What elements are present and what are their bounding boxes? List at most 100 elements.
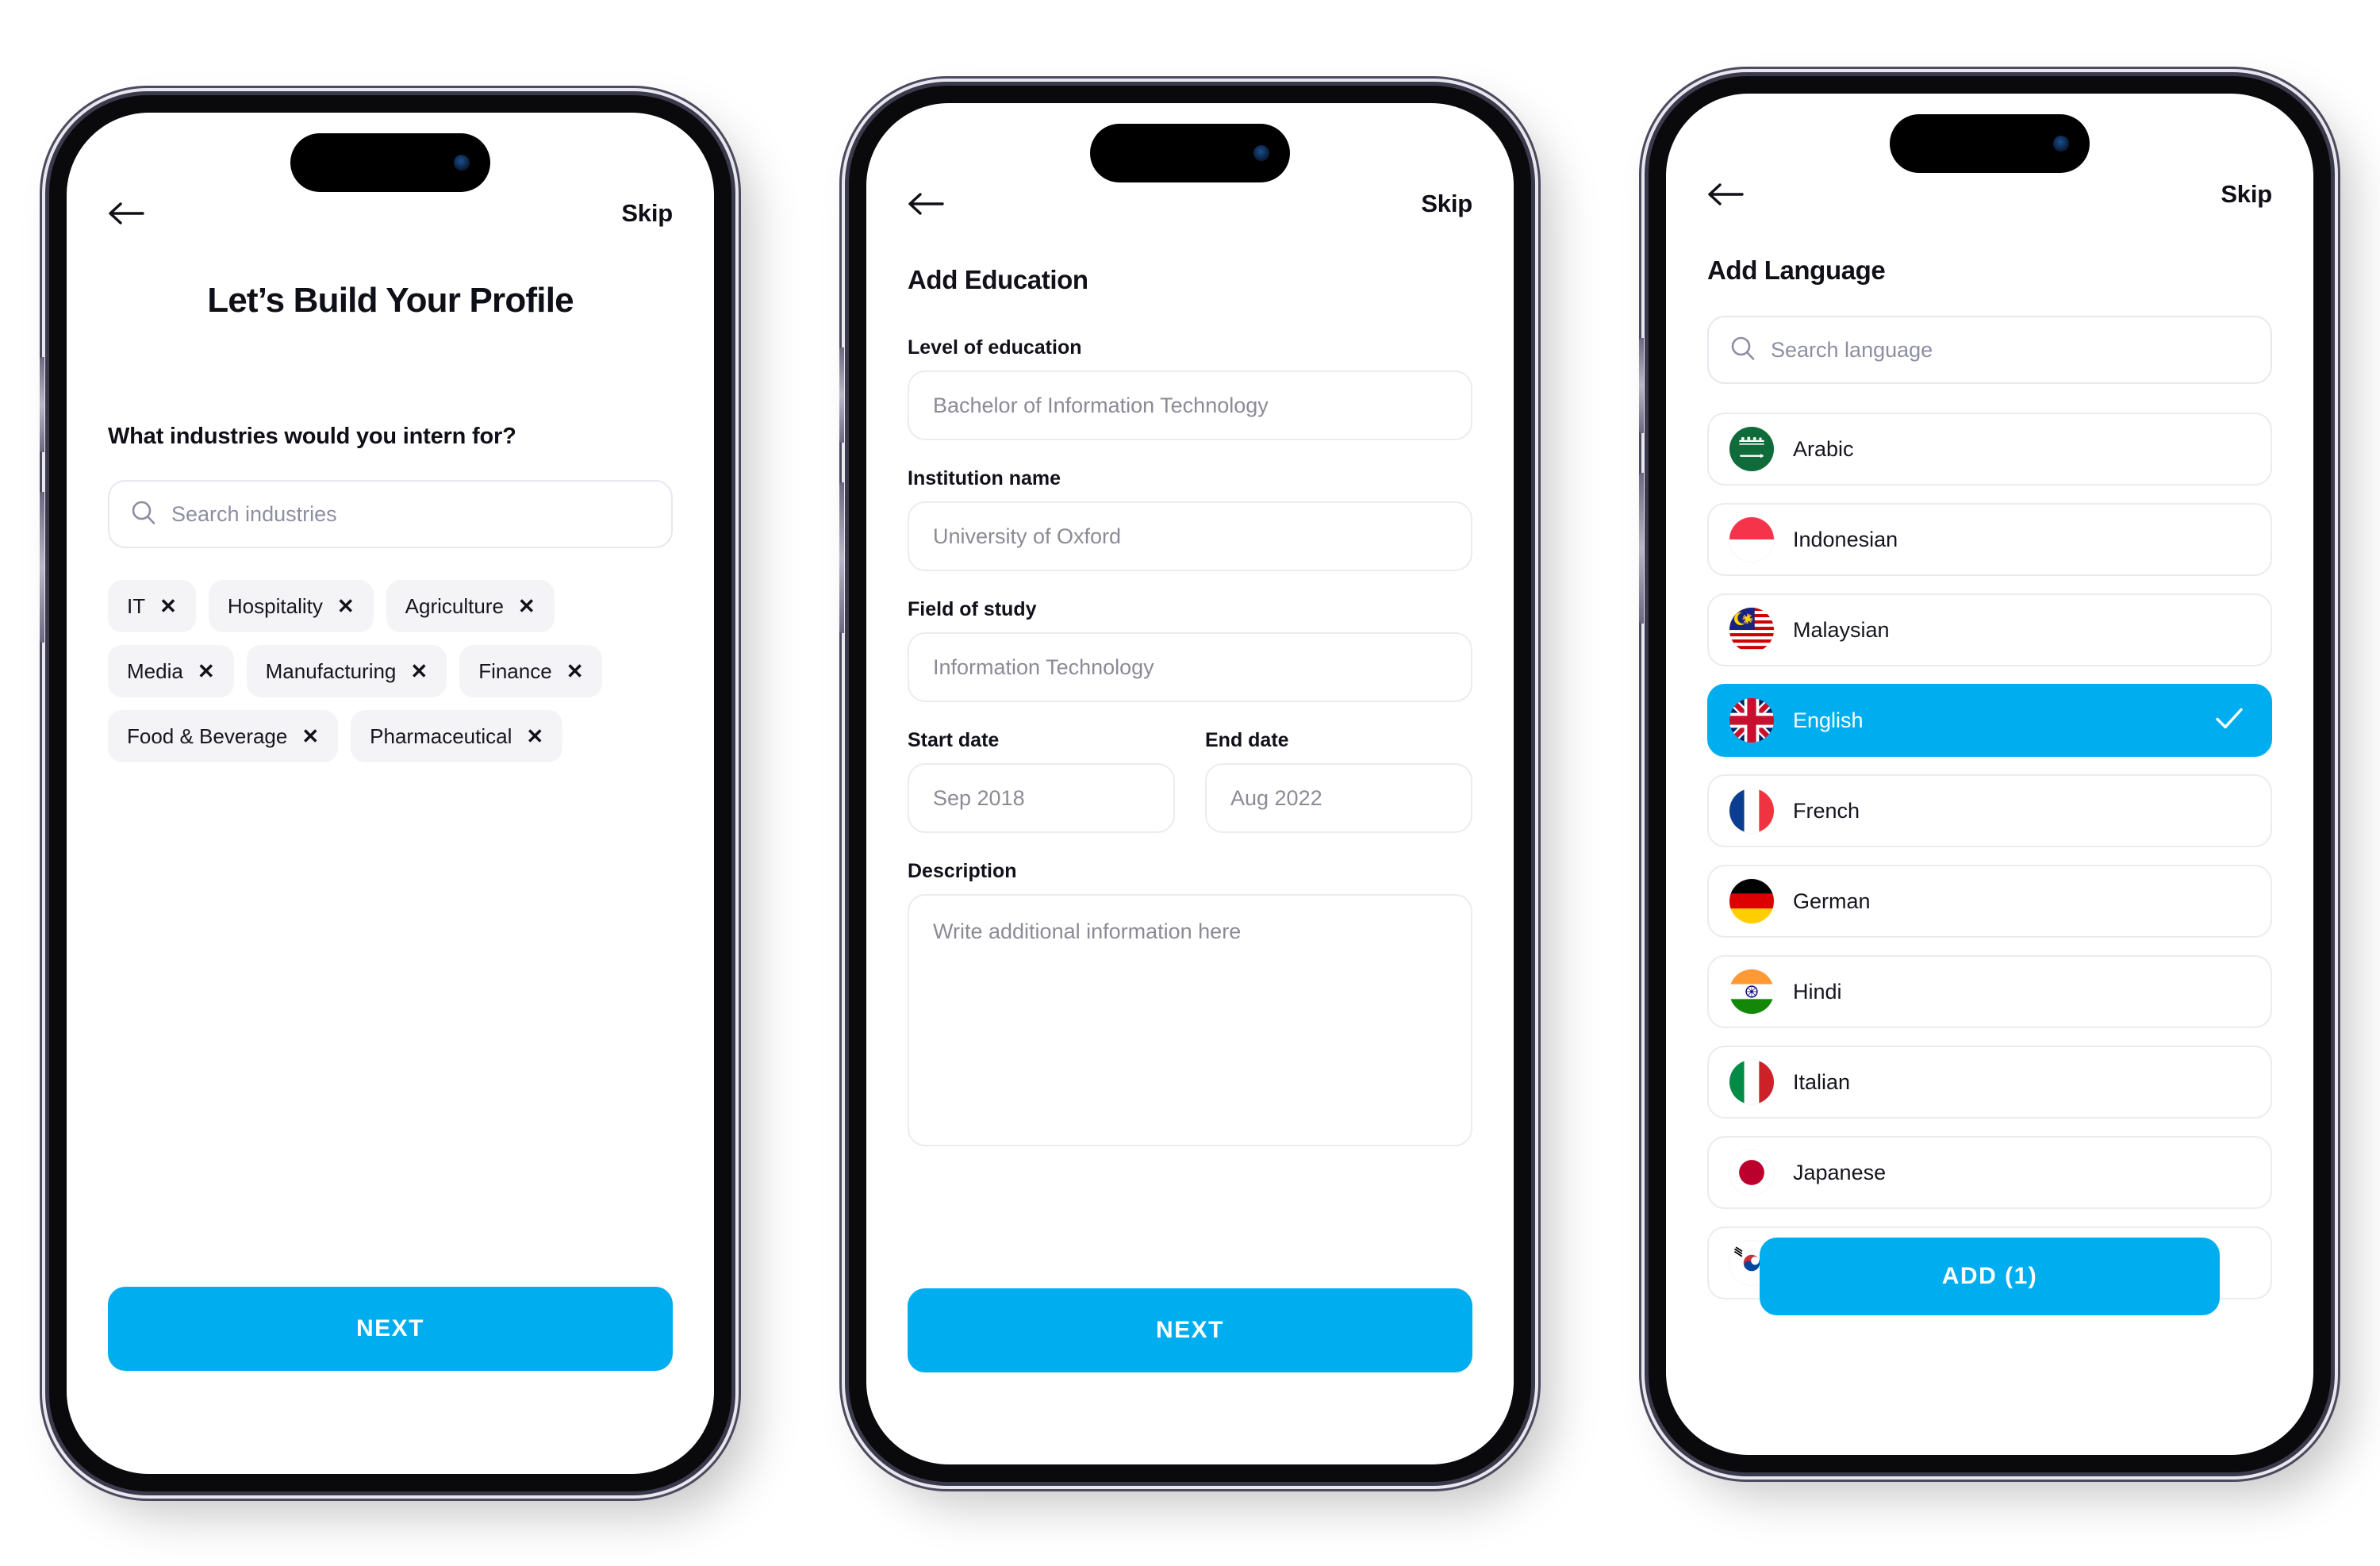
screen-language: Skip Add Language Search language Arabic… <box>1666 94 2313 1455</box>
back-arrow-icon[interactable] <box>908 190 944 217</box>
chip-remove-icon[interactable]: ✕ <box>337 596 355 616</box>
language-name: French <box>1793 798 1860 823</box>
date-range-row: Start date Sep 2018 End date Aug 2022 <box>908 702 1472 833</box>
chip-label: Food & Beverage <box>127 724 288 748</box>
chip-remove-icon[interactable]: ✕ <box>301 726 319 747</box>
flag-india-icon <box>1729 969 1774 1014</box>
skip-button[interactable]: Skip <box>621 199 673 228</box>
search-industries-placeholder: Search industries <box>171 501 337 526</box>
chip-remove-icon[interactable]: ✕ <box>518 596 536 616</box>
language-name: Japanese <box>1793 1160 1887 1184</box>
industry-chip[interactable]: Hospitality ✕ <box>208 580 374 632</box>
language-name: Malaysian <box>1793 617 1890 642</box>
language-list: Arabic Indonesian Malaysian English Fren… <box>1707 413 2272 1299</box>
content-education: Add Education Level of education Bachelo… <box>866 238 1514 1464</box>
industries-question: What industries would you intern for? <box>108 424 516 449</box>
phone-mockup-language: Skip Add Language Search language Arabic… <box>1639 76 2331 1472</box>
field-of-study-label: Field of study <box>908 598 1037 620</box>
language-name: Hindi <box>1793 979 1842 1004</box>
chip-label: Media <box>127 658 183 683</box>
chip-remove-icon[interactable]: ✕ <box>159 596 177 616</box>
language-name: Indonesian <box>1793 527 1898 551</box>
institution-name-label: Institution name <box>908 467 1061 489</box>
end-date-input[interactable]: Aug 2022 <box>1205 763 1472 833</box>
flag-united-kingdom-icon <box>1729 698 1774 743</box>
chip-label: Pharmaceutical <box>370 724 512 748</box>
chip-remove-icon[interactable]: ✕ <box>526 726 543 747</box>
back-arrow-icon[interactable] <box>1707 181 1744 208</box>
page-title: Add Language <box>1707 255 1886 285</box>
language-row-indonesian[interactable]: Indonesian <box>1707 503 2272 576</box>
end-date-label: End date <box>1205 729 1289 751</box>
chip-label: IT <box>127 593 146 618</box>
industry-chip[interactable]: Manufacturing ✕ <box>246 645 447 697</box>
phone-mockup-profile: Skip Let’s Build Your Profile What indus… <box>40 95 731 1491</box>
page-title: Add Education <box>908 265 1088 294</box>
search-icon <box>130 499 157 530</box>
industry-chip[interactable]: Media ✕ <box>108 645 234 697</box>
industry-chip-list: IT ✕ Hospitality ✕ Agriculture ✕ Media ✕ <box>108 580 673 762</box>
skip-button[interactable]: Skip <box>1421 190 1472 218</box>
description-textarea[interactable]: Write additional information here <box>908 894 1472 1146</box>
language-row-english[interactable]: English <box>1707 684 2272 757</box>
industry-chip[interactable]: Finance ✕ <box>459 645 603 697</box>
language-row-malaysian[interactable]: Malaysian <box>1707 593 2272 666</box>
add-languages-button[interactable]: ADD (1) <box>1760 1238 2220 1315</box>
dynamic-island <box>290 133 490 192</box>
language-name: English <box>1793 708 1864 732</box>
language-row-french[interactable]: French <box>1707 774 2272 847</box>
language-row-italian[interactable]: Italian <box>1707 1046 2272 1119</box>
industry-chip[interactable]: Agriculture ✕ <box>386 580 555 632</box>
front-camera-icon <box>454 155 470 171</box>
field-of-study-input[interactable]: Information Technology <box>908 632 1472 702</box>
back-arrow-icon[interactable] <box>108 200 144 227</box>
phone-mockup-education: Skip Add Education Level of education Ba… <box>839 86 1531 1482</box>
chip-remove-icon[interactable]: ✕ <box>566 661 584 681</box>
front-camera-icon <box>2053 136 2069 152</box>
language-row-japanese[interactable]: Japanese <box>1707 1136 2272 1209</box>
search-language-box[interactable]: Search language <box>1707 316 2272 384</box>
next-button[interactable]: NEXT <box>908 1288 1472 1372</box>
language-row-arabic[interactable]: Arabic <box>1707 413 2272 486</box>
language-name: Italian <box>1793 1069 1851 1094</box>
chip-remove-icon[interactable]: ✕ <box>198 661 215 681</box>
top-bar-profile: Skip <box>67 186 714 241</box>
industry-chip[interactable]: Pharmaceutical ✕ <box>351 710 563 762</box>
flag-saudi-arabia-icon <box>1729 427 1774 471</box>
chip-label: Hospitality <box>227 593 323 618</box>
level-of-education-input[interactable]: Bachelor of Information Technology <box>908 370 1472 440</box>
industry-chip[interactable]: IT ✕ <box>108 580 196 632</box>
language-name: German <box>1793 889 1871 913</box>
start-date-input[interactable]: Sep 2018 <box>908 763 1175 833</box>
industry-chip[interactable]: Food & Beverage ✕ <box>108 710 339 762</box>
screenshot-canvas: Skip Let’s Build Your Profile What indus… <box>0 0 2380 1566</box>
page-title: Let’s Build Your Profile <box>207 281 574 320</box>
top-bar-education: Skip <box>866 176 1514 232</box>
screen-profile: Skip Let’s Build Your Profile What indus… <box>67 113 714 1474</box>
search-industries-box[interactable]: Search industries <box>108 480 673 548</box>
language-row-german[interactable]: German <box>1707 865 2272 938</box>
chip-remove-icon[interactable]: ✕ <box>410 661 428 681</box>
front-camera-icon <box>1253 145 1269 161</box>
chip-label: Manufacturing <box>265 658 397 683</box>
flag-france-icon <box>1729 789 1774 833</box>
dynamic-island <box>1890 114 2090 173</box>
chip-label: Finance <box>478 658 552 683</box>
search-icon <box>1729 335 1756 366</box>
top-bar-language: Skip <box>1666 167 2313 222</box>
flag-indonesia-icon <box>1729 517 1774 562</box>
language-name: Arabic <box>1793 436 1854 461</box>
institution-name-input[interactable]: University of Oxford <box>908 501 1472 571</box>
chip-label: Agriculture <box>405 593 504 618</box>
screen-education: Skip Add Education Level of education Ba… <box>866 103 1514 1464</box>
skip-button[interactable]: Skip <box>2221 180 2272 209</box>
next-button[interactable]: NEXT <box>108 1287 673 1371</box>
flag-japan-icon <box>1729 1150 1774 1195</box>
description-label: Description <box>908 860 1017 882</box>
dynamic-island <box>1090 124 1290 182</box>
start-date-label: Start date <box>908 729 1000 751</box>
language-row-hindi[interactable]: Hindi <box>1707 955 2272 1028</box>
search-language-placeholder: Search language <box>1771 337 1933 362</box>
level-of-education-label: Level of education <box>908 336 1082 359</box>
check-icon <box>2215 708 2244 734</box>
